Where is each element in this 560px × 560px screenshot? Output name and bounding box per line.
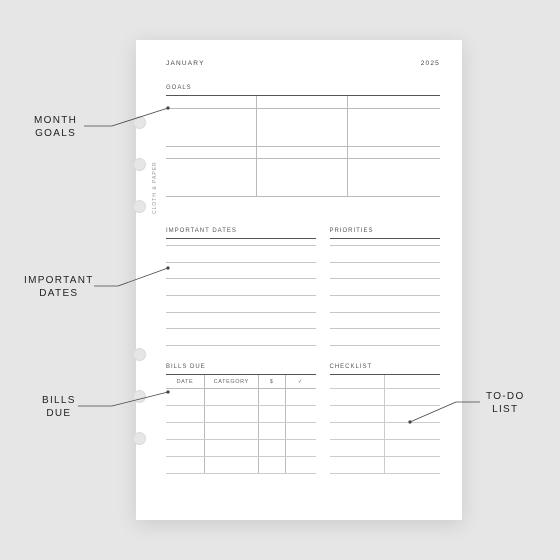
binder-hole xyxy=(133,390,146,403)
binder-hole xyxy=(133,432,146,445)
goals-title: GOALS xyxy=(166,85,440,91)
planner-page: JANUARY 2025 GOALS IMPORTANT DATES xyxy=(136,40,462,520)
table-row xyxy=(166,389,316,406)
binder-hole xyxy=(133,116,146,129)
table-row xyxy=(166,457,316,474)
year-label: 2025 xyxy=(421,60,440,67)
priorities-title: PRIORITIES xyxy=(330,228,441,234)
brand-label: CLOTH & PAPER xyxy=(152,161,158,214)
callout-todo: TO-DO LIST xyxy=(486,390,525,416)
callout-important-dates: IMPORTANT DATES xyxy=(24,274,94,300)
bills-table: DATE CATEGORY $ ✓ xyxy=(166,374,316,474)
important-dates-lines xyxy=(166,239,316,346)
binder-hole xyxy=(133,348,146,361)
checklist-title: CHECKLIST xyxy=(330,364,441,370)
month-label: JANUARY xyxy=(166,60,205,67)
table-row xyxy=(166,440,316,457)
callout-month-goals: MONTH GOALS xyxy=(34,114,77,140)
bills-due-title: BILLS DUE xyxy=(166,364,316,370)
bills-col-date: DATE xyxy=(166,375,205,388)
table-row xyxy=(166,423,316,440)
callout-bills-due: BILLS DUE xyxy=(42,394,76,420)
bills-col-amount: $ xyxy=(259,375,286,388)
table-row xyxy=(166,406,316,423)
checklist-grid xyxy=(330,374,441,474)
goals-grid xyxy=(166,96,440,208)
bills-col-check: ✓ xyxy=(286,375,316,388)
bills-col-category: CATEGORY xyxy=(205,375,259,388)
binder-hole xyxy=(133,158,146,171)
important-dates-title: IMPORTANT DATES xyxy=(166,228,316,234)
binder-hole xyxy=(133,200,146,213)
priorities-lines xyxy=(330,239,441,346)
